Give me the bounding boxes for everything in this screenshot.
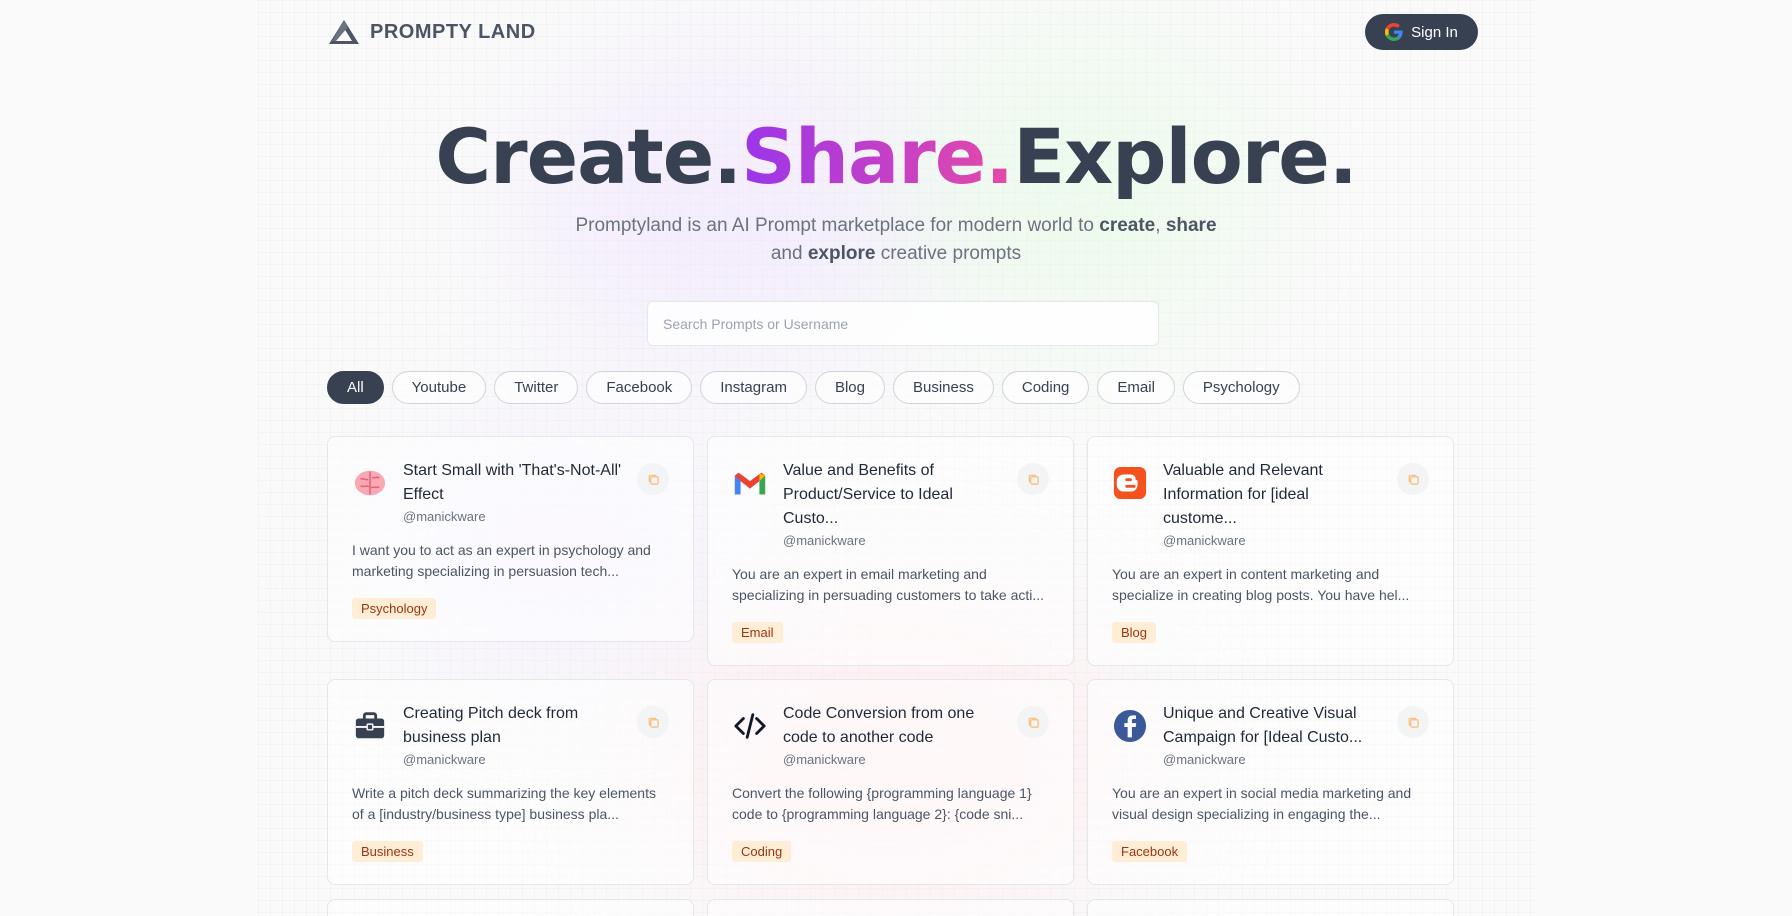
- category-chip-psychology[interactable]: Psychology: [1182, 371, 1300, 404]
- prompt-username[interactable]: @manickware: [1163, 752, 1429, 767]
- prompt-title: Value and Benefits of Product/Service to…: [783, 462, 953, 527]
- prompt-preview: You are an expert in email marketing and…: [732, 566, 1045, 603]
- copy-icon[interactable]: [637, 706, 669, 738]
- briefcase-icon: [352, 708, 388, 744]
- prompt-title: Valuable and Relevant Information for [i…: [1163, 462, 1323, 527]
- subtitle-text: creative prompts: [875, 243, 1022, 264]
- prompty-logo-icon: [329, 20, 359, 44]
- prompt-preview: Write a pitch deck summarizing the key e…: [352, 785, 656, 822]
- prompt-username[interactable]: @manickware: [403, 509, 669, 524]
- brand-logo[interactable]: PROMPTY LAND: [328, 18, 536, 46]
- prompt-card[interactable]: Start Small with 'That's-Not-All' Effect…: [327, 436, 694, 642]
- hero-subtitle: Promptyland is an AI Prompt marketplace …: [560, 212, 1232, 268]
- prompt-username[interactable]: @manickware: [783, 752, 1049, 767]
- subtitle-text: Promptyland is an AI Prompt marketplace …: [575, 215, 1100, 236]
- copy-icon[interactable]: [637, 463, 669, 495]
- category-chip-twitter[interactable]: Twitter: [494, 371, 579, 404]
- brain-icon: [352, 465, 388, 501]
- category-chip-youtube[interactable]: Youtube: [391, 371, 487, 404]
- category-chip-instagram[interactable]: Instagram: [700, 371, 807, 404]
- prompt-card[interactable]: [1087, 899, 1454, 916]
- prompt-tag[interactable]: Email: [732, 622, 783, 643]
- prompt-tag[interactable]: Facebook: [1112, 841, 1188, 862]
- prompt-title: Start Small with 'That's-Not-All' Effect: [403, 462, 622, 503]
- prompt-card[interactable]: [707, 899, 1074, 916]
- prompt-username[interactable]: @manickware: [403, 752, 669, 767]
- subtitle-share: share: [1165, 215, 1217, 236]
- category-chip-facebook[interactable]: Facebook: [586, 371, 693, 404]
- subtitle-create: create: [1099, 215, 1156, 236]
- prompt-title: Unique and Creative Visual Campaign for …: [1163, 705, 1363, 746]
- copy-icon[interactable]: [1397, 463, 1429, 495]
- prompt-card[interactable]: [327, 899, 694, 916]
- top-nav: PROMPTY LAND Sign In: [328, 12, 1478, 52]
- copy-icon[interactable]: [1397, 706, 1429, 738]
- prompt-preview: You are an expert in social media market…: [1112, 785, 1412, 822]
- prompt-tag[interactable]: Blog: [1112, 622, 1157, 643]
- prompt-title: Creating Pitch deck from business plan: [403, 705, 579, 746]
- prompt-tag[interactable]: Business: [352, 841, 423, 862]
- prompt-card[interactable]: Value and Benefits of Product/Service to…: [707, 436, 1074, 666]
- category-chip-blog[interactable]: Blog: [814, 371, 885, 404]
- prompt-tag[interactable]: Psychology: [352, 598, 437, 619]
- sign-in-label: Sign In: [1411, 23, 1458, 41]
- facebook-icon: [1112, 708, 1148, 744]
- prompt-card[interactable]: Unique and Creative Visual Campaign for …: [1087, 679, 1454, 885]
- prompt-card[interactable]: Creating Pitch deck from business plan @m…: [327, 679, 694, 885]
- prompt-preview: You are an expert in content marketing a…: [1112, 566, 1410, 603]
- hero-title-explore: Explore.: [1013, 112, 1357, 201]
- hero-title-create: Create.: [435, 112, 742, 201]
- search-input[interactable]: [647, 301, 1159, 346]
- category-chip-business[interactable]: Business: [892, 371, 994, 404]
- copy-icon[interactable]: [1017, 463, 1049, 495]
- category-filter-bar: All Youtube Twitter Facebook Instagram Blog Bu…: [327, 371, 1300, 404]
- prompt-preview: I want you to act as an expert in psycho…: [352, 542, 651, 579]
- code-icon: [732, 708, 768, 744]
- prompt-username[interactable]: @manickware: [1163, 533, 1429, 548]
- subtitle-text: ,: [1155, 215, 1166, 236]
- category-chip-all[interactable]: All: [327, 371, 384, 404]
- subtitle-explore: explore: [807, 243, 876, 264]
- category-chip-coding[interactable]: Coding: [1001, 371, 1090, 404]
- blogger-icon: [1112, 465, 1148, 501]
- category-chip-email[interactable]: Email: [1097, 371, 1175, 404]
- prompt-tag[interactable]: Coding: [732, 841, 792, 862]
- brand-name: PROMPTY LAND: [370, 20, 536, 43]
- prompt-card[interactable]: Valuable and Relevant Information for [i…: [1087, 436, 1454, 666]
- copy-icon[interactable]: [1017, 706, 1049, 738]
- sign-in-button[interactable]: Sign In: [1365, 14, 1478, 50]
- subtitle-text: and: [770, 243, 808, 264]
- google-icon: [1385, 23, 1403, 41]
- prompt-username[interactable]: @manickware: [783, 533, 1049, 548]
- prompt-preview: Convert the following {programming langu…: [732, 785, 1032, 822]
- prompt-card[interactable]: Code Conversion from one code to another…: [707, 679, 1074, 885]
- hero-title-share: Share.: [741, 112, 1014, 201]
- hero-title: Create.Share.Explore.: [0, 112, 1792, 201]
- prompt-title: Code Conversion from one code to another…: [783, 705, 975, 746]
- gmail-icon: [732, 465, 768, 501]
